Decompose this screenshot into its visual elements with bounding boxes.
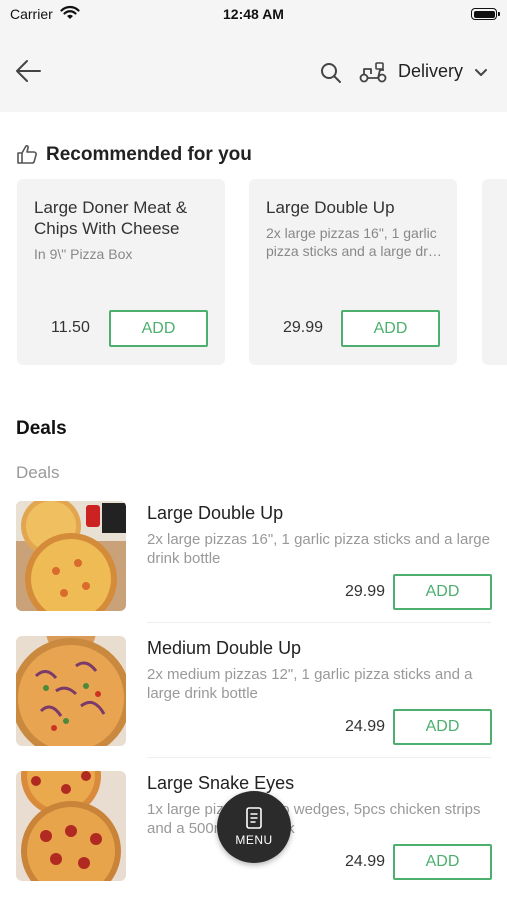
pizza-image: [16, 636, 126, 746]
menu-book-icon: [246, 807, 262, 829]
item-description: 1x large pizza, potato wedges, 5pcs chic…: [147, 801, 481, 837]
recommended-title: Recommended for you: [46, 144, 252, 165]
item-price: 29.99: [344, 583, 385, 600]
item-description: 2x medium pizzas 12", 1 garlic pizza sti…: [147, 666, 473, 702]
top-bar: Delivery: [0, 30, 507, 112]
recommended-card[interactable]: Large Doner Meat & Chips With Cheese In …: [17, 179, 225, 365]
item-price: 24.99: [344, 718, 385, 735]
card-item-name: Large Double Up: [266, 198, 395, 217]
delivery-mode-label[interactable]: Delivery: [398, 61, 463, 82]
search-icon[interactable]: [320, 62, 342, 84]
recommended-card[interactable]: Large Double Up 2x large pizzas 16", 1 g…: [249, 179, 457, 365]
card-item-price: 29.99: [283, 319, 324, 336]
card-item-price: 11.50: [51, 319, 90, 336]
add-button[interactable]: ADD: [109, 310, 208, 347]
item-description: 2x large pizzas 16", 1 garlic pizza stic…: [147, 531, 490, 567]
item-price: 24.99: [344, 853, 385, 870]
add-button[interactable]: ADD: [341, 310, 440, 347]
deals-subheading: Deals: [16, 463, 60, 482]
scooter-icon: [359, 62, 387, 83]
pizza-image: [16, 771, 126, 881]
add-button[interactable]: ADD: [393, 709, 492, 745]
add-button[interactable]: ADD: [393, 574, 492, 610]
recommended-card-peek[interactable]: [482, 179, 507, 365]
item-name: Medium Double Up: [147, 638, 302, 658]
menu-label: MENU: [235, 833, 273, 847]
battery-icon: [471, 8, 500, 20]
card-item-description: 2x large pizzas 16", 1 garlic pizza stic…: [266, 225, 442, 259]
add-button[interactable]: ADD: [393, 844, 492, 880]
item-name: Large Double Up: [147, 503, 284, 523]
card-item-description: In 9\" Pizza Box: [34, 246, 133, 262]
thumbs-up-icon: [17, 145, 37, 164]
divider: [147, 757, 491, 758]
clock: 12:48 AM: [223, 6, 284, 22]
divider: [147, 622, 491, 623]
card-item-name: Large Doner Meat & Chips With Cheese: [34, 198, 188, 238]
pizza-image: [16, 501, 126, 611]
list-item[interactable]: Medium Double Up 2x medium pizzas 12", 1…: [0, 636, 507, 771]
list-item[interactable]: Large Double Up 2x large pizzas 16", 1 g…: [0, 501, 507, 636]
deals-heading: Deals: [16, 418, 67, 439]
item-name: Large Snake Eyes: [147, 773, 295, 793]
back-arrow-icon[interactable]: [14, 58, 44, 84]
status-bar: Carrier 12:48 AM: [0, 0, 507, 30]
chevron-down-icon[interactable]: [474, 68, 488, 78]
menu-button[interactable]: MENU: [217, 791, 291, 863]
